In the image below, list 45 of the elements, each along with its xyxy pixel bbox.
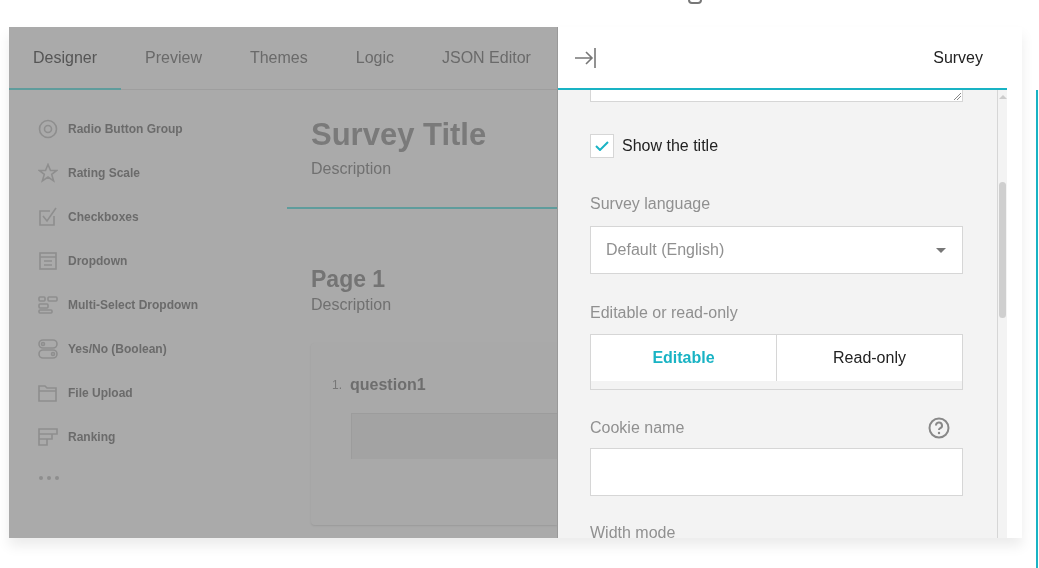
toolbox-item[interactable]: Dropdown [38, 251, 287, 271]
mode-option[interactable]: Read-only [776, 335, 962, 381]
ranking-icon [38, 427, 58, 447]
tab[interactable]: Logic [331, 27, 418, 90]
scroll-up-icon[interactable] [998, 94, 1007, 100]
folder-icon [38, 383, 58, 403]
language-dropdown[interactable]: Default (English) [590, 226, 963, 274]
dropdown-icon [38, 251, 58, 271]
scrollbar[interactable] [997, 90, 1007, 538]
tab[interactable]: Designer [9, 27, 122, 90]
checkbox[interactable] [590, 134, 614, 158]
field-label: Width mode [590, 523, 677, 538]
toolbox-item[interactable]: Checkboxes [38, 207, 287, 227]
tab[interactable]: Themes [225, 27, 332, 90]
answer-field[interactable] [351, 413, 557, 459]
toolbox-item[interactable]: File Upload [38, 383, 287, 403]
tags-icon [38, 295, 58, 315]
check-icon [595, 141, 609, 151]
question-title[interactable]: question1 [350, 373, 426, 397]
resize-icon[interactable] [954, 93, 961, 100]
toolbox-item[interactable]: Multi-Select Dropdown [38, 295, 287, 315]
cookie-name-field[interactable] [590, 448, 963, 496]
collapse-icon[interactable] [574, 47, 596, 68]
page-description[interactable]: Description [311, 293, 557, 317]
tab[interactable]: Preview [121, 27, 226, 90]
toolbox-item[interactable]: Yes/No (Boolean) [38, 339, 287, 359]
field-label: Cookie name [590, 418, 685, 438]
radio-icon [38, 119, 58, 139]
panel-title[interactable]: Survey [933, 45, 983, 70]
more-icon[interactable] [38, 475, 60, 481]
toolbox-item[interactable]: Rating Scale [38, 163, 287, 183]
toggle-icon [38, 339, 58, 359]
checkbox-label[interactable]: Show the title [622, 134, 719, 158]
text-area[interactable] [590, 90, 963, 102]
star-icon [38, 163, 58, 183]
field-label: Editable or read-only [590, 303, 739, 323]
toolbox-item[interactable]: Radio Button Group [38, 119, 287, 139]
caret-icon [936, 247, 946, 253]
tab[interactable]: JSON Editor [418, 27, 555, 90]
survey-description[interactable]: Description [311, 157, 557, 181]
toolbox-item[interactable]: Ranking [38, 427, 287, 447]
mode-option[interactable]: Editable [591, 335, 776, 381]
field-label: Survey language [590, 194, 712, 214]
scrollbar-thumb[interactable] [999, 182, 1006, 318]
help-icon[interactable] [928, 417, 950, 439]
